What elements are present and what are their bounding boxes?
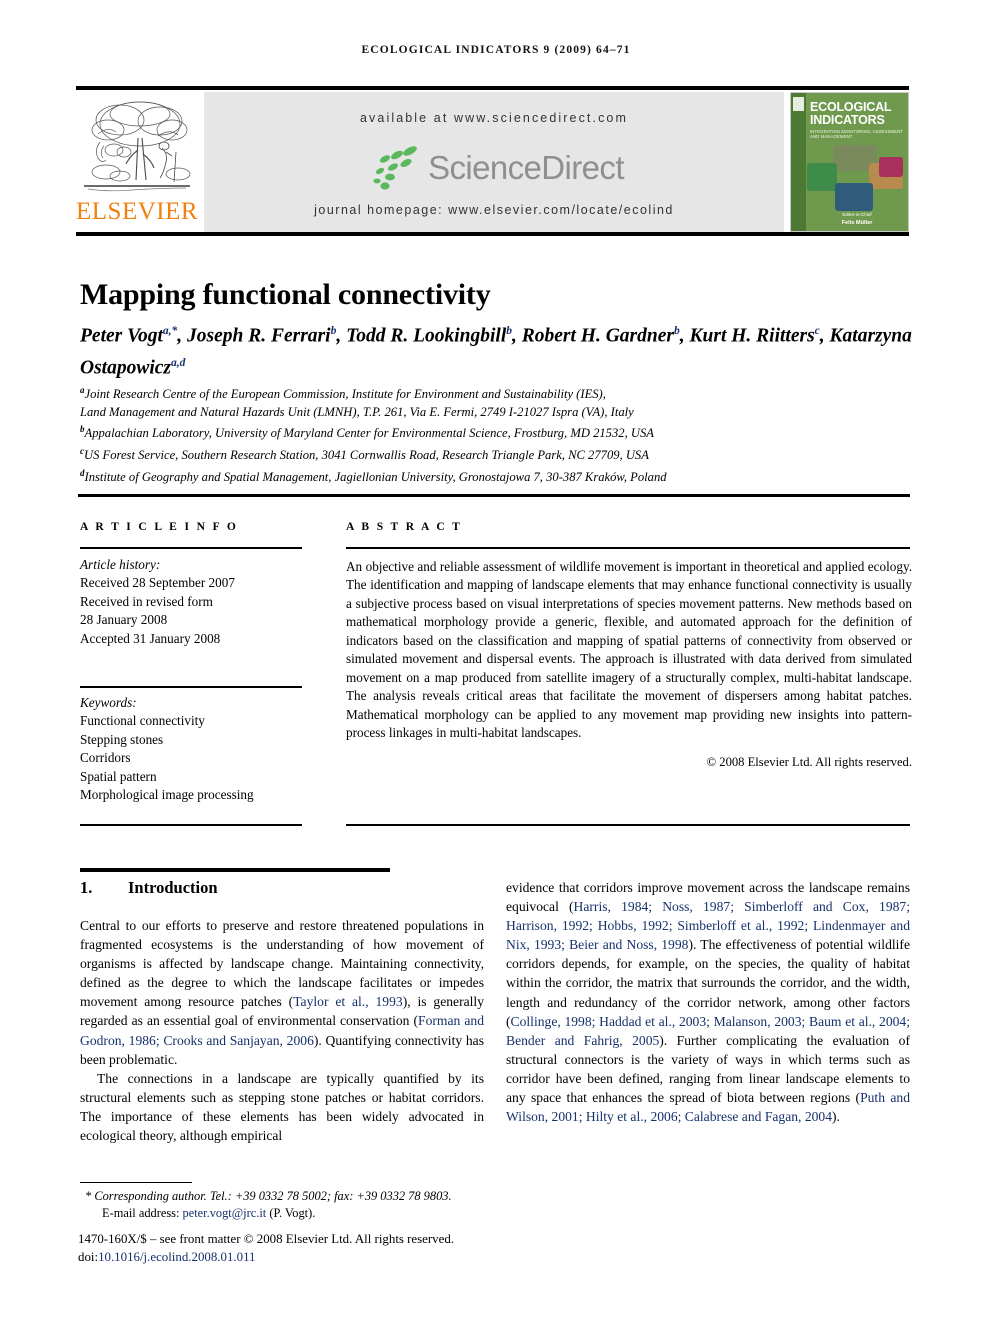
author-affiliation-marker: b	[506, 325, 513, 337]
email-link[interactable]: peter.vogt@jrc.it	[183, 1206, 267, 1220]
affiliation-item: aJoint Research Centre of the European C…	[80, 382, 920, 404]
article-history-item: Received in revised form	[80, 593, 213, 609]
article-history-item: Received 28 September 2007	[80, 575, 235, 591]
paragraph-text: ).	[832, 1109, 840, 1125]
elsevier-tree-icon	[78, 94, 196, 198]
abstract-copyright: © 2008 Elsevier Ltd. All rights reserved…	[706, 754, 912, 769]
author-name: Kurt H. Riitters	[689, 325, 815, 347]
doi-line: doi:10.1016/j.ecolind.2008.01.011	[78, 1249, 578, 1267]
cover-title-line2: INDICATORS	[810, 113, 885, 127]
citation-link[interactable]: Taylor et al., 1993	[293, 994, 403, 1009]
body-paragraph: The connections in a landscape are typic…	[80, 1070, 484, 1144]
cover-elsevier-mark-icon	[793, 97, 804, 111]
cover-title: ECOLOGICAL INDICATORS	[810, 101, 904, 127]
affiliation-text: Joint Research Centre of the European Co…	[84, 387, 606, 402]
author-name: Robert H. Gardner	[521, 325, 674, 347]
cover-subtitle: INTEGRATING MONITORING, ASSESSMENT AND M…	[810, 129, 903, 140]
affiliation-item: dInstitute of Geography and Spatial Mana…	[80, 465, 920, 487]
email-label: E-mail address:	[102, 1206, 180, 1221]
running-head: ECOLOGICAL INDICATORS 9 (2009) 64–71	[361, 44, 631, 56]
body-paragraph: Central to our efforts to preserve and r…	[80, 916, 484, 1069]
available-at-text: available at www.sciencedirect.com	[359, 111, 628, 125]
body-paragraph: evidence that corridors improve movement…	[506, 878, 910, 1126]
keywords-divider-rule	[80, 686, 302, 688]
affiliation-item: cUS Forest Service, Southern Research St…	[80, 443, 920, 465]
section-number: 1.	[80, 878, 93, 897]
keyword-item: Spatial pattern	[80, 768, 157, 784]
keyword-item: Stepping stones	[80, 731, 164, 747]
author-affiliation-marker: a,d	[171, 356, 186, 369]
affiliation-item: bAppalachian Laboratory, University of M…	[80, 421, 920, 443]
author-name: Todd R. Lookingbill	[346, 325, 507, 347]
affiliation-text: US Forest Service, Southern Research Sta…	[84, 448, 649, 463]
keywords-block: Keywords: Functional connectivity Steppi…	[80, 694, 310, 804]
masthead-top-rule	[76, 86, 909, 90]
journal-article-page: ECOLOGICAL INDICATORS 9 (2009) 64–71 ELS…	[0, 0, 992, 1323]
keyword-item: Morphological image processing	[80, 787, 254, 803]
article-history-label: Article history:	[80, 557, 161, 572]
article-history-item: Accepted 31 January 2008	[80, 630, 221, 646]
author-affiliation-marker: a,*	[162, 325, 178, 337]
footnote-block: * Corresponding author. Tel.: +39 0332 7…	[80, 1188, 510, 1223]
cover-editor-name: Felix Müller	[841, 220, 873, 226]
author-affiliation-marker: b	[674, 325, 680, 337]
author-name: Peter Vogt	[80, 325, 163, 347]
page-title: Mapping functional connectivity	[80, 278, 491, 312]
abstract-body: An objective and reliable assessment of …	[346, 558, 912, 771]
section-heading: 1. Introduction	[80, 878, 218, 898]
imprint-block: 1470-160X/$ – see front matter © 2008 El…	[78, 1231, 578, 1266]
affiliation-list: aJoint Research Centre of the European C…	[80, 382, 920, 487]
article-history-item: 28 January 2008	[80, 612, 168, 628]
cover-spine	[791, 93, 806, 231]
sciencedirect-wordmark: ScienceDirect	[428, 149, 624, 186]
abstract-bottom-rule	[346, 824, 910, 826]
abstract-text: An objective and reliable assessment of …	[346, 559, 912, 741]
journal-cover-thumbnail[interactable]: ECOLOGICAL INDICATORS INTEGRATING MONITO…	[790, 92, 909, 232]
author-list: Peter Vogta,*, Joseph R. Ferrarib, Todd …	[80, 325, 912, 378]
keyword-item: Functional connectivity	[80, 713, 205, 729]
body-column-left: Central to our efforts to preserve and r…	[80, 916, 484, 1145]
journal-homepage-text[interactable]: journal homepage: www.elsevier.com/locat…	[204, 203, 784, 217]
elsevier-logo[interactable]: ELSEVIER	[76, 92, 198, 232]
affiliation-text: Land Management and Natural Hazards Unit…	[80, 404, 634, 419]
author-name: Joseph R. Ferrari	[187, 325, 331, 347]
footnote-marker: *	[85, 1189, 92, 1203]
masthead-bottom-rule	[76, 232, 909, 236]
section-title-text: Introduction	[128, 878, 218, 897]
email-line: E-mail address: peter.vogt@jrc.it (P. Vo…	[80, 1205, 510, 1222]
sciencedirect-logo[interactable]: ScienceDirect	[204, 140, 784, 196]
footnote-rule	[80, 1182, 192, 1184]
doi-label: doi:	[78, 1249, 99, 1264]
article-info-heading: A R T I C L E I N F O	[80, 521, 239, 533]
elsevier-wordmark: ELSEVIER	[76, 198, 199, 225]
affiliation-text: Appalachian Laboratory, University of Ma…	[84, 426, 654, 441]
corresponding-author-note: * Corresponding author. Tel.: +39 0332 7…	[80, 1188, 510, 1205]
header-divider-rule	[78, 494, 910, 497]
author-affiliation-marker: c	[814, 325, 820, 337]
article-info-column: Article history: Received 28 September 2…	[80, 556, 310, 804]
author-affiliation-marker: b	[330, 325, 337, 337]
affiliation-text: Institute of Geography and Spatial Manag…	[84, 470, 667, 485]
issn-line: 1470-160X/$ – see front matter © 2008 El…	[78, 1232, 455, 1246]
cover-editor-label: Editor-in-Chief	[842, 212, 872, 217]
doi-link[interactable]: 10.1016/j.ecolind.2008.01.011	[98, 1250, 255, 1264]
keywords-label: Keywords:	[80, 695, 137, 711]
article-info-bottom-rule	[80, 824, 302, 826]
affiliation-item: Land Management and Natural Hazards Unit…	[80, 404, 920, 422]
article-info-rule	[80, 547, 302, 549]
sciencedirect-band: available at www.sciencedirect.com Scien…	[204, 92, 784, 232]
cover-photo-collage	[807, 145, 906, 213]
keyword-item: Corridors	[80, 750, 131, 766]
sciencedirect-dots-icon	[373, 146, 417, 190]
corresponding-author-text: Corresponding author. Tel.: +39 0332 78 …	[94, 1189, 452, 1203]
abstract-heading: A B S T R A C T	[346, 521, 463, 533]
abstract-rule	[346, 547, 910, 549]
masthead: ELSEVIER available at www.sciencedirect.…	[76, 86, 909, 236]
introduction-top-rule	[80, 868, 390, 872]
body-column-right: evidence that corridors improve movement…	[506, 878, 910, 1126]
email-owner: (P. Vogt).	[269, 1206, 316, 1221]
